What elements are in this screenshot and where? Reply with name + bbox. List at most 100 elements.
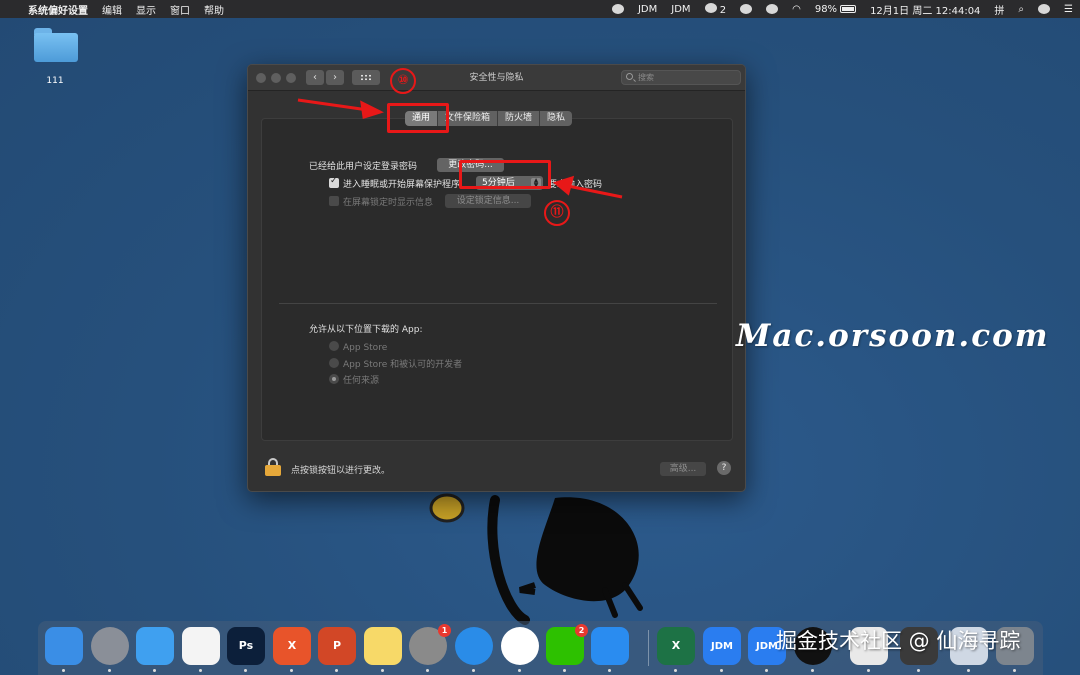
menu-bar-left: 系统偏好设置 编辑 显示 窗口 帮助 xyxy=(0,0,231,18)
dock-running-indicator xyxy=(608,669,611,672)
show-message-row: 在屏幕锁定时显示信息 xyxy=(329,195,433,208)
notification-center-icon[interactable]: ☰ xyxy=(1064,4,1073,15)
password-set-label: 已经给此用户设定登录密码 xyxy=(309,162,418,172)
show-message-label: 在屏幕锁定时显示信息 xyxy=(343,198,434,208)
allow-option-label: 任何来源 xyxy=(343,376,380,386)
require-password-suffix: 要求输入密码 xyxy=(548,180,603,190)
watermark-juejin: 掘金技术社区 @ 仙海寻踪 xyxy=(776,629,1021,653)
tab-firewall[interactable]: 防火墙 xyxy=(498,111,541,126)
powerpoint-icon[interactable]: P xyxy=(318,627,356,665)
chrome-icon[interactable] xyxy=(501,627,539,665)
dock-running-indicator xyxy=(335,669,338,672)
menu-view[interactable]: 显示 xyxy=(136,2,156,17)
status-jdm-1[interactable]: JDM xyxy=(638,4,657,15)
search-field[interactable] xyxy=(621,70,741,85)
system-preferences-icon[interactable]: 1 xyxy=(409,624,451,665)
siri-icon[interactable] xyxy=(1038,4,1051,14)
help-button[interactable]: ? xyxy=(717,461,731,475)
section-divider xyxy=(279,303,717,304)
photoshop-icon[interactable]: Ps xyxy=(227,627,265,665)
wechat-status-icon xyxy=(704,2,717,13)
dock-running-indicator xyxy=(563,669,566,672)
dock-running-indicator xyxy=(472,669,475,672)
set-lock-message-button[interactable]: 设定锁定信息... xyxy=(445,194,531,208)
dock-app-label: JDM xyxy=(756,641,778,652)
menu-bar-right: JDM JDM 2 ◠ 98% 12月1日 周二 12:44:04 拼 ⌕ ☰ xyxy=(605,0,1080,18)
radio-app-store[interactable] xyxy=(329,341,339,351)
spotlight-icon[interactable]: ⌕ xyxy=(1018,4,1024,15)
advanced-button[interactable]: 高级... xyxy=(660,462,706,476)
dock-running-indicator xyxy=(199,669,202,672)
dock-app-label: Ps xyxy=(238,639,254,652)
qq-status-icon[interactable] xyxy=(611,4,624,14)
input-method[interactable]: 拼 xyxy=(994,2,1004,17)
dock-running-indicator xyxy=(518,669,521,672)
security-privacy-window: ‹ › 安全性与隐私 已经给此用户设定登录密码 更改密码... 进入睡眠或开始屏… xyxy=(247,64,746,492)
notification-badge: 1 xyxy=(438,624,451,637)
menu-app-name[interactable]: 系统偏好设置 xyxy=(28,2,88,17)
tab-privacy[interactable]: 隐私 xyxy=(540,111,573,126)
allow-option-label: App Store 和被认可的开发者 xyxy=(343,360,463,370)
desktop-folder[interactable]: 111 xyxy=(30,28,80,86)
annotation-step-11: ⑪ xyxy=(544,200,570,226)
launchpad-icon[interactable] xyxy=(91,627,129,665)
dock-running-indicator xyxy=(1013,669,1016,672)
window-close-button[interactable] xyxy=(256,73,266,83)
dock-running-indicator xyxy=(867,669,870,672)
dock-running-indicator xyxy=(244,669,247,672)
dock-running-indicator xyxy=(917,669,920,672)
status-jdm-2[interactable]: JDM xyxy=(671,4,690,15)
dock-app-label: X xyxy=(287,639,297,652)
allow-apps-label: 允许从以下位置下载的 App: xyxy=(309,325,423,335)
window-titlebar[interactable]: ‹ › 安全性与隐私 xyxy=(248,65,745,91)
dock-app-label: X xyxy=(671,639,681,652)
folder-icon xyxy=(32,28,78,62)
folder-label: 111 xyxy=(46,76,64,86)
music-status-icon[interactable] xyxy=(766,4,779,14)
dock-running-indicator xyxy=(62,669,65,672)
radio-anywhere[interactable] xyxy=(329,374,339,384)
search-input[interactable] xyxy=(638,71,733,84)
menu-bar: 系统偏好设置 编辑 显示 窗口 帮助 JDM JDM 2 ◠ 98% 12月1日… xyxy=(0,0,1080,18)
wifi-icon[interactable]: ◠ xyxy=(792,4,801,15)
wechat-icon[interactable]: 2 xyxy=(546,624,588,665)
xmind-icon[interactable]: X xyxy=(273,627,311,665)
watermark-orsoon: Mac.orsoon.com xyxy=(736,318,1050,354)
jdm-icon[interactable]: JDM xyxy=(703,627,741,665)
grid-icon xyxy=(360,74,372,81)
allow-option-app-store[interactable]: App Store xyxy=(329,341,387,353)
search-icon xyxy=(626,73,633,80)
back-chevron-icon[interactable]: ‹ xyxy=(306,70,324,85)
dingtalk-icon[interactable] xyxy=(591,627,629,665)
messages-icon[interactable] xyxy=(136,627,174,665)
dock-running-indicator xyxy=(720,669,723,672)
annotation-box-delay-select xyxy=(459,160,551,189)
require-password-label: 进入睡眠或开始屏幕保护程序 xyxy=(343,180,461,190)
show-message-checkbox[interactable] xyxy=(329,196,339,206)
window-minimize-button[interactable] xyxy=(271,73,281,83)
window-zoom-button[interactable] xyxy=(286,73,296,83)
lock-icon[interactable] xyxy=(265,458,281,476)
menu-edit[interactable]: 编辑 xyxy=(102,2,122,17)
allow-option-identified[interactable]: App Store 和被认可的开发者 xyxy=(329,357,462,370)
battery-icon xyxy=(840,5,857,13)
dock-running-indicator xyxy=(153,669,156,672)
notes-icon[interactable] xyxy=(364,627,402,665)
excel-icon[interactable]: X xyxy=(657,627,695,665)
reminders-icon[interactable] xyxy=(182,627,220,665)
menu-help[interactable]: 帮助 xyxy=(204,2,224,17)
clock[interactable]: 12月1日 周二 12:44:04 xyxy=(870,2,980,17)
wechat-status-item[interactable]: 2 xyxy=(704,2,726,16)
battery-status[interactable]: 98% xyxy=(815,4,857,15)
require-password-checkbox[interactable] xyxy=(329,176,339,188)
finder-icon[interactable] xyxy=(45,627,83,665)
require-password-row: 进入睡眠或开始屏幕保护程序 xyxy=(329,176,461,190)
radio-identified-developers[interactable] xyxy=(329,358,339,368)
safari-icon[interactable] xyxy=(455,627,493,665)
allow-option-anywhere[interactable]: 任何来源 xyxy=(329,373,379,386)
menu-window[interactable]: 窗口 xyxy=(170,2,190,17)
shield-status-icon[interactable] xyxy=(740,4,753,14)
forward-chevron-icon[interactable]: › xyxy=(326,70,344,85)
show-all-grid-button[interactable] xyxy=(352,70,380,85)
annotation-box-general-tab xyxy=(387,103,449,133)
